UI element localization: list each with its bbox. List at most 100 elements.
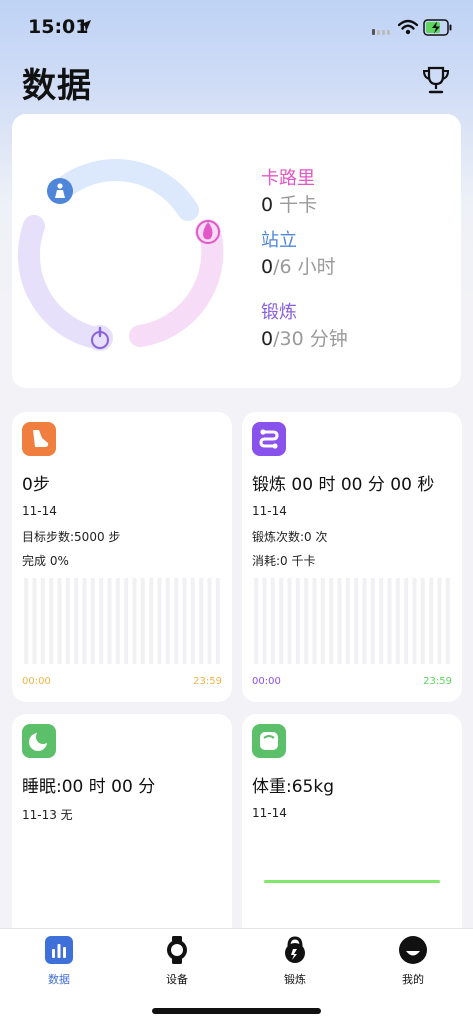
exercise-title: 锻炼 00 时 00 分 00 秒	[252, 475, 435, 495]
wifi-icon	[398, 19, 418, 35]
exercise-card[interactable]: 锻炼 00 时 00 分 00 秒 11-14 锻炼次数:0 次 消耗:0 千卡…	[242, 412, 462, 702]
tab-data-label: 数据	[48, 973, 70, 986]
hour-bar-track	[254, 578, 259, 664]
hour-bar-track	[262, 578, 267, 664]
tab-mine[interactable]: 我的	[373, 935, 453, 987]
hour-bar-track	[90, 578, 95, 664]
shoe-icon	[22, 422, 56, 456]
hour-bar-track	[445, 578, 450, 664]
hour-bar-track	[379, 578, 384, 664]
hour-bar-track	[320, 578, 325, 664]
steps-axis-start: 00:00	[22, 676, 51, 687]
status-bar: 15:01	[0, 0, 473, 56]
hour-bar-track	[132, 578, 137, 664]
sleep-card[interactable]: 睡眠:00 时 00 分 11-13 无	[12, 714, 232, 944]
smiley-icon	[399, 936, 427, 964]
watch-icon	[167, 936, 187, 964]
location-arrow-icon	[79, 20, 91, 32]
tab-exercise-label: 锻炼	[284, 973, 306, 986]
calories-ring-badge	[195, 219, 221, 245]
exercise-ring-badge	[87, 325, 113, 351]
exercise-axis-end: 23:59	[423, 676, 452, 687]
steps-axis-end: 23:59	[193, 676, 222, 687]
hour-bar-track	[345, 578, 350, 664]
hour-bar-track	[370, 578, 375, 664]
hour-bar-track	[354, 578, 359, 664]
hour-bar-track	[420, 578, 425, 664]
activity-rings	[17, 159, 224, 351]
calories-ring-track	[129, 221, 224, 347]
stand-label: 站立	[261, 230, 297, 251]
hour-bar-track	[337, 578, 342, 664]
tab-mine-label: 我的	[402, 973, 424, 986]
tab-device[interactable]: 设备	[137, 935, 217, 987]
hour-bar-track	[74, 578, 79, 664]
hour-bar-track	[165, 578, 170, 664]
exercise-value: 0/30 分钟	[261, 328, 348, 350]
hour-bar-track	[182, 578, 187, 664]
trophy-icon[interactable]	[420, 64, 452, 96]
hour-bar-track	[174, 578, 179, 664]
steps-completion: 完成 0%	[22, 554, 69, 568]
sleep-date: 11-13 无	[22, 808, 73, 822]
route-icon	[252, 422, 286, 456]
moon-icon	[22, 724, 56, 758]
hour-bar-track	[362, 578, 367, 664]
weight-trend-line	[264, 880, 440, 883]
hour-bar-track	[404, 578, 409, 664]
hour-bar-track	[207, 578, 212, 664]
hour-bar-track	[57, 578, 62, 664]
steps-title: 0步	[22, 475, 50, 495]
exercise-ring-track	[17, 215, 107, 349]
hour-bar-track	[387, 578, 392, 664]
hour-bar-track	[437, 578, 442, 664]
steps-card[interactable]: 0步 11-14 目标步数:5000 步 完成 0% 00:00 23:59	[12, 412, 232, 702]
hour-bar-track	[395, 578, 400, 664]
weight-card[interactable]: 体重:65kg 11-14	[242, 714, 462, 944]
hour-bar-track	[107, 578, 112, 664]
stand-ring-track	[49, 159, 199, 221]
bar-chart-icon	[45, 936, 73, 964]
tab-exercise[interactable]: 锻炼	[255, 935, 335, 987]
steps-hourly-chart	[24, 578, 220, 664]
weight-title: 体重:65kg	[252, 777, 334, 797]
hour-bar-track	[199, 578, 204, 664]
kettlebell-icon	[285, 936, 305, 963]
hour-bar-track	[190, 578, 195, 664]
calories-label: 卡路里	[261, 168, 315, 189]
hour-bar-track	[215, 578, 220, 664]
exercise-hourly-chart	[254, 578, 450, 664]
hour-bar-track	[82, 578, 87, 664]
hour-bar-track	[49, 578, 54, 664]
hour-bar-track	[115, 578, 120, 664]
hour-bar-track	[40, 578, 45, 664]
exercise-date: 11-14	[252, 504, 287, 518]
hour-bar-track	[279, 578, 284, 664]
hour-bar-track	[99, 578, 104, 664]
hour-bar-track	[149, 578, 154, 664]
exercise-burned: 消耗:0 千卡	[252, 554, 316, 568]
page-title: 数据	[22, 66, 92, 106]
hour-bar-track	[329, 578, 334, 664]
tab-data[interactable]: 数据	[19, 935, 99, 987]
exercise-count: 锻炼次数:0 次	[252, 530, 328, 544]
sleep-title: 睡眠:00 时 00 分	[22, 777, 156, 797]
hour-bar-track	[157, 578, 162, 664]
hour-bar-track	[32, 578, 37, 664]
hour-bar-track	[124, 578, 129, 664]
home-indicator	[152, 1008, 321, 1014]
hour-bar-track	[304, 578, 309, 664]
activity-rings-card[interactable]: 卡路里 0 千卡 站立 0/6 小时 锻炼 0/30 分钟	[12, 114, 461, 388]
scale-icon	[252, 724, 286, 758]
steps-goal: 目标步数:5000 步	[22, 530, 121, 544]
hour-bar-track	[287, 578, 292, 664]
calories-value: 0 千卡	[261, 194, 318, 216]
tab-device-label: 设备	[166, 973, 188, 986]
hour-bar-track	[140, 578, 145, 664]
hour-bar-track	[429, 578, 434, 664]
exercise-label: 锻炼	[261, 302, 297, 323]
hour-bar-track	[270, 578, 275, 664]
signal-icon	[372, 29, 390, 35]
exercise-axis-start: 00:00	[252, 676, 281, 687]
hour-bar-track	[24, 578, 29, 664]
